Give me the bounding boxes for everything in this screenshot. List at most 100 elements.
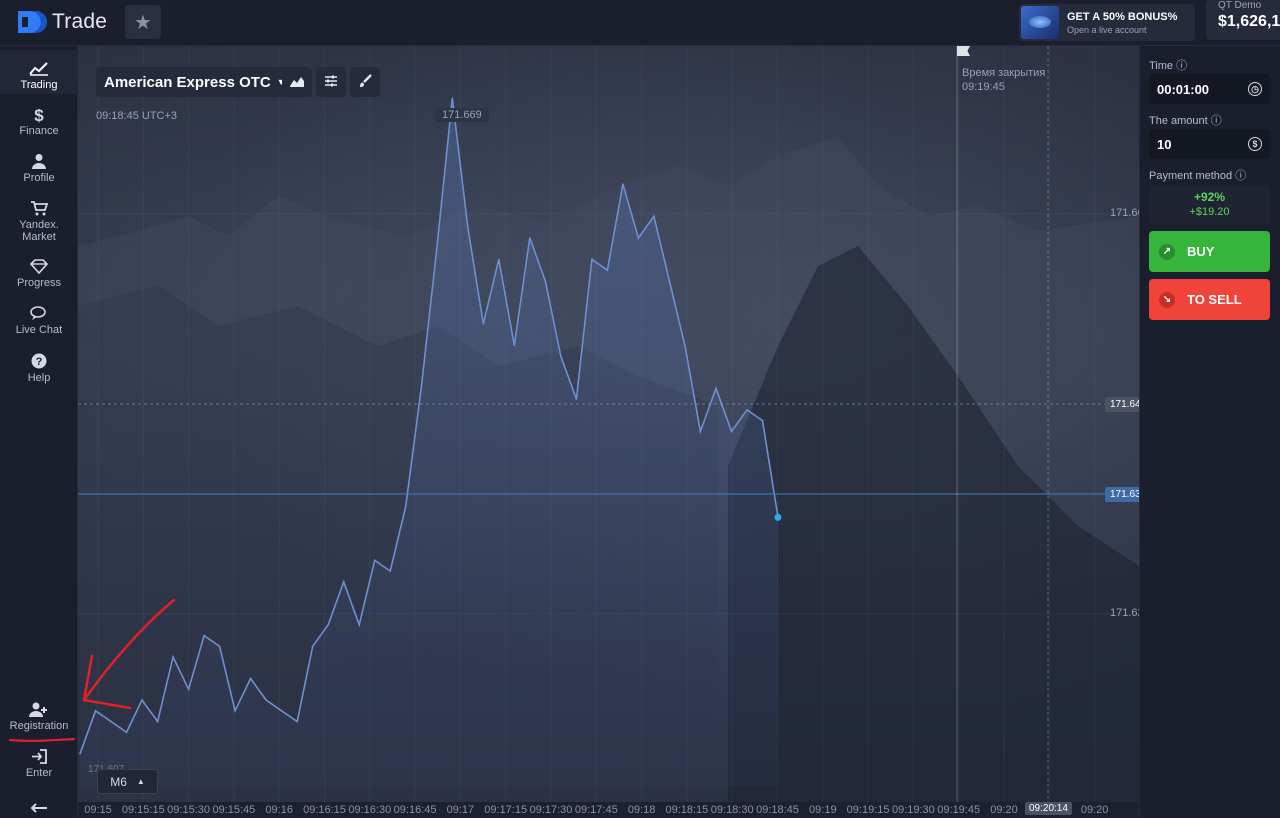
user-icon bbox=[32, 147, 46, 169]
brush-icon bbox=[358, 73, 372, 91]
price-point bbox=[265, 699, 267, 701]
close-time-title: Время закрытия bbox=[962, 67, 1046, 79]
x-tick-label: 09:17:30 bbox=[529, 804, 573, 816]
price-point bbox=[110, 720, 112, 723]
dollar-icon: $ bbox=[34, 106, 44, 125]
indicators-button[interactable] bbox=[316, 67, 346, 97]
price-point bbox=[404, 505, 407, 508]
arrow-left-icon bbox=[30, 792, 48, 814]
sidebar-item-trading[interactable]: Trading bbox=[0, 50, 78, 94]
price-point bbox=[622, 183, 624, 186]
price-point bbox=[280, 709, 283, 712]
area-chart-icon bbox=[289, 75, 305, 90]
price-point bbox=[125, 731, 128, 734]
x-tick-label: 09:18:45 bbox=[756, 804, 799, 816]
sidebar-item-profile[interactable]: Profile bbox=[0, 147, 78, 184]
x-tick-label: 09:19:45 bbox=[937, 804, 981, 816]
price-point bbox=[730, 430, 733, 433]
price-plot bbox=[78, 46, 1139, 802]
x-tick-label: 09:15:15 bbox=[121, 804, 165, 816]
price-point bbox=[606, 269, 609, 271]
price-point bbox=[141, 699, 143, 701]
price-point bbox=[653, 215, 655, 218]
price-point bbox=[544, 280, 547, 282]
time-label-text: Time bbox=[1149, 60, 1174, 72]
price-point bbox=[311, 645, 314, 648]
sidebar-item-help[interactable]: ? Help bbox=[0, 347, 78, 384]
x-tick-label: 09:18:15 bbox=[665, 804, 709, 816]
payout-box: +92% +$19.20 bbox=[1149, 185, 1270, 225]
price-point bbox=[684, 344, 686, 347]
bonus-banner[interactable]: GET A 50% BONUS% Open a live account bbox=[1019, 4, 1195, 41]
close-time-value: 09:19:45 bbox=[962, 81, 1005, 93]
chart-type-button[interactable] bbox=[282, 67, 312, 97]
x-tick-label: 09:16 bbox=[265, 804, 293, 816]
price-point bbox=[342, 581, 345, 583]
x-tick-label: 09:20 bbox=[990, 804, 1018, 816]
price-point bbox=[373, 559, 376, 562]
current-time-tag: 09:20:14 bbox=[1025, 802, 1072, 815]
sidebar-item-registration[interactable]: Registration bbox=[0, 695, 78, 732]
dollar-circle-icon[interactable]: $ bbox=[1248, 137, 1262, 151]
price-point bbox=[249, 677, 252, 680]
timeframe-selector[interactable]: M6 ▲ bbox=[97, 769, 158, 794]
price-point bbox=[637, 237, 640, 239]
x-tick-label: 09:17:45 bbox=[574, 804, 618, 816]
current-price-dot bbox=[774, 513, 782, 521]
price-point bbox=[203, 634, 205, 637]
price-point bbox=[560, 355, 562, 357]
logo-text: Trade bbox=[52, 10, 108, 33]
info-icon: ⓘ bbox=[1210, 115, 1222, 127]
sidebar-item-label: Live Chat bbox=[15, 324, 63, 336]
price-point bbox=[79, 752, 81, 755]
logo[interactable]: Trade bbox=[16, 9, 107, 35]
price-point bbox=[420, 387, 423, 390]
account-balance: $1,626,1 bbox=[1218, 13, 1280, 30]
diamond-icon bbox=[30, 252, 48, 274]
chart-area[interactable] bbox=[78, 46, 1139, 818]
price-point bbox=[699, 430, 702, 433]
favorite-star-button[interactable]: ★ bbox=[125, 5, 161, 39]
sidebar: Trading $ Finance Profile Yandex. Market… bbox=[0, 46, 78, 818]
sidebar-item-yandex-market[interactable]: Yandex. Market bbox=[0, 194, 78, 243]
price-point bbox=[296, 720, 298, 723]
collapse-sidebar-button[interactable] bbox=[0, 792, 78, 817]
sidebar-item-progress[interactable]: Progress bbox=[0, 252, 78, 289]
x-tick-label: 09:19:30 bbox=[891, 804, 935, 816]
sidebar-item-live-chat[interactable]: Live Chat bbox=[0, 299, 78, 336]
info-icon: ⓘ bbox=[1235, 170, 1247, 182]
top-bar: Trade ★ GET A 50% BONUS% Open a live acc… bbox=[0, 0, 1280, 46]
info-icon: ⓘ bbox=[1176, 60, 1188, 72]
add-user-icon bbox=[29, 695, 49, 717]
drawing-tools-button[interactable] bbox=[350, 67, 380, 97]
clock-icon[interactable]: ◷ bbox=[1248, 82, 1262, 96]
price-point bbox=[466, 226, 469, 228]
amount-field[interactable]: 10 $ bbox=[1149, 129, 1270, 159]
bonus-subtitle: Open a live account bbox=[1067, 25, 1147, 35]
sidebar-item-enter[interactable]: Enter bbox=[0, 742, 78, 779]
sidebar-item-label: Yandex. Market bbox=[19, 219, 59, 243]
price-point bbox=[498, 258, 500, 261]
sidebar-item-label: Progress bbox=[16, 277, 62, 289]
price-point bbox=[156, 720, 159, 723]
asset-selector[interactable]: American Express OTC ▼ bbox=[96, 67, 294, 97]
payment-label: Payment method ⓘ bbox=[1149, 167, 1246, 183]
account-selector[interactable]: QT Demo $1,626,1 bbox=[1206, 0, 1280, 40]
sell-button[interactable]: ↘ TO SELL bbox=[1149, 279, 1270, 320]
x-tick-label: 09:19:15 bbox=[846, 804, 890, 816]
buy-button[interactable]: ↗ BUY bbox=[1149, 231, 1270, 272]
x-tick-label: 09:15 bbox=[84, 804, 112, 816]
x-tick-label: 09:19 bbox=[809, 804, 837, 816]
sidebar-item-label: Finance bbox=[19, 125, 59, 137]
buy-label: BUY bbox=[1187, 244, 1215, 259]
price-point bbox=[94, 709, 97, 712]
payout-amount: +$19.20 bbox=[1189, 206, 1230, 218]
sidebar-item-finance[interactable]: $ Finance bbox=[0, 100, 78, 137]
price-point bbox=[172, 656, 174, 658]
server-clock: 09:18:45 UTC+3 bbox=[96, 110, 178, 122]
x-tick-label: 09:17 bbox=[446, 804, 475, 816]
price-point bbox=[575, 398, 578, 400]
time-field[interactable]: 00:01:00 ◷ bbox=[1149, 74, 1270, 104]
cart-icon bbox=[30, 194, 48, 216]
sidebar-item-label: Registration bbox=[9, 720, 69, 732]
